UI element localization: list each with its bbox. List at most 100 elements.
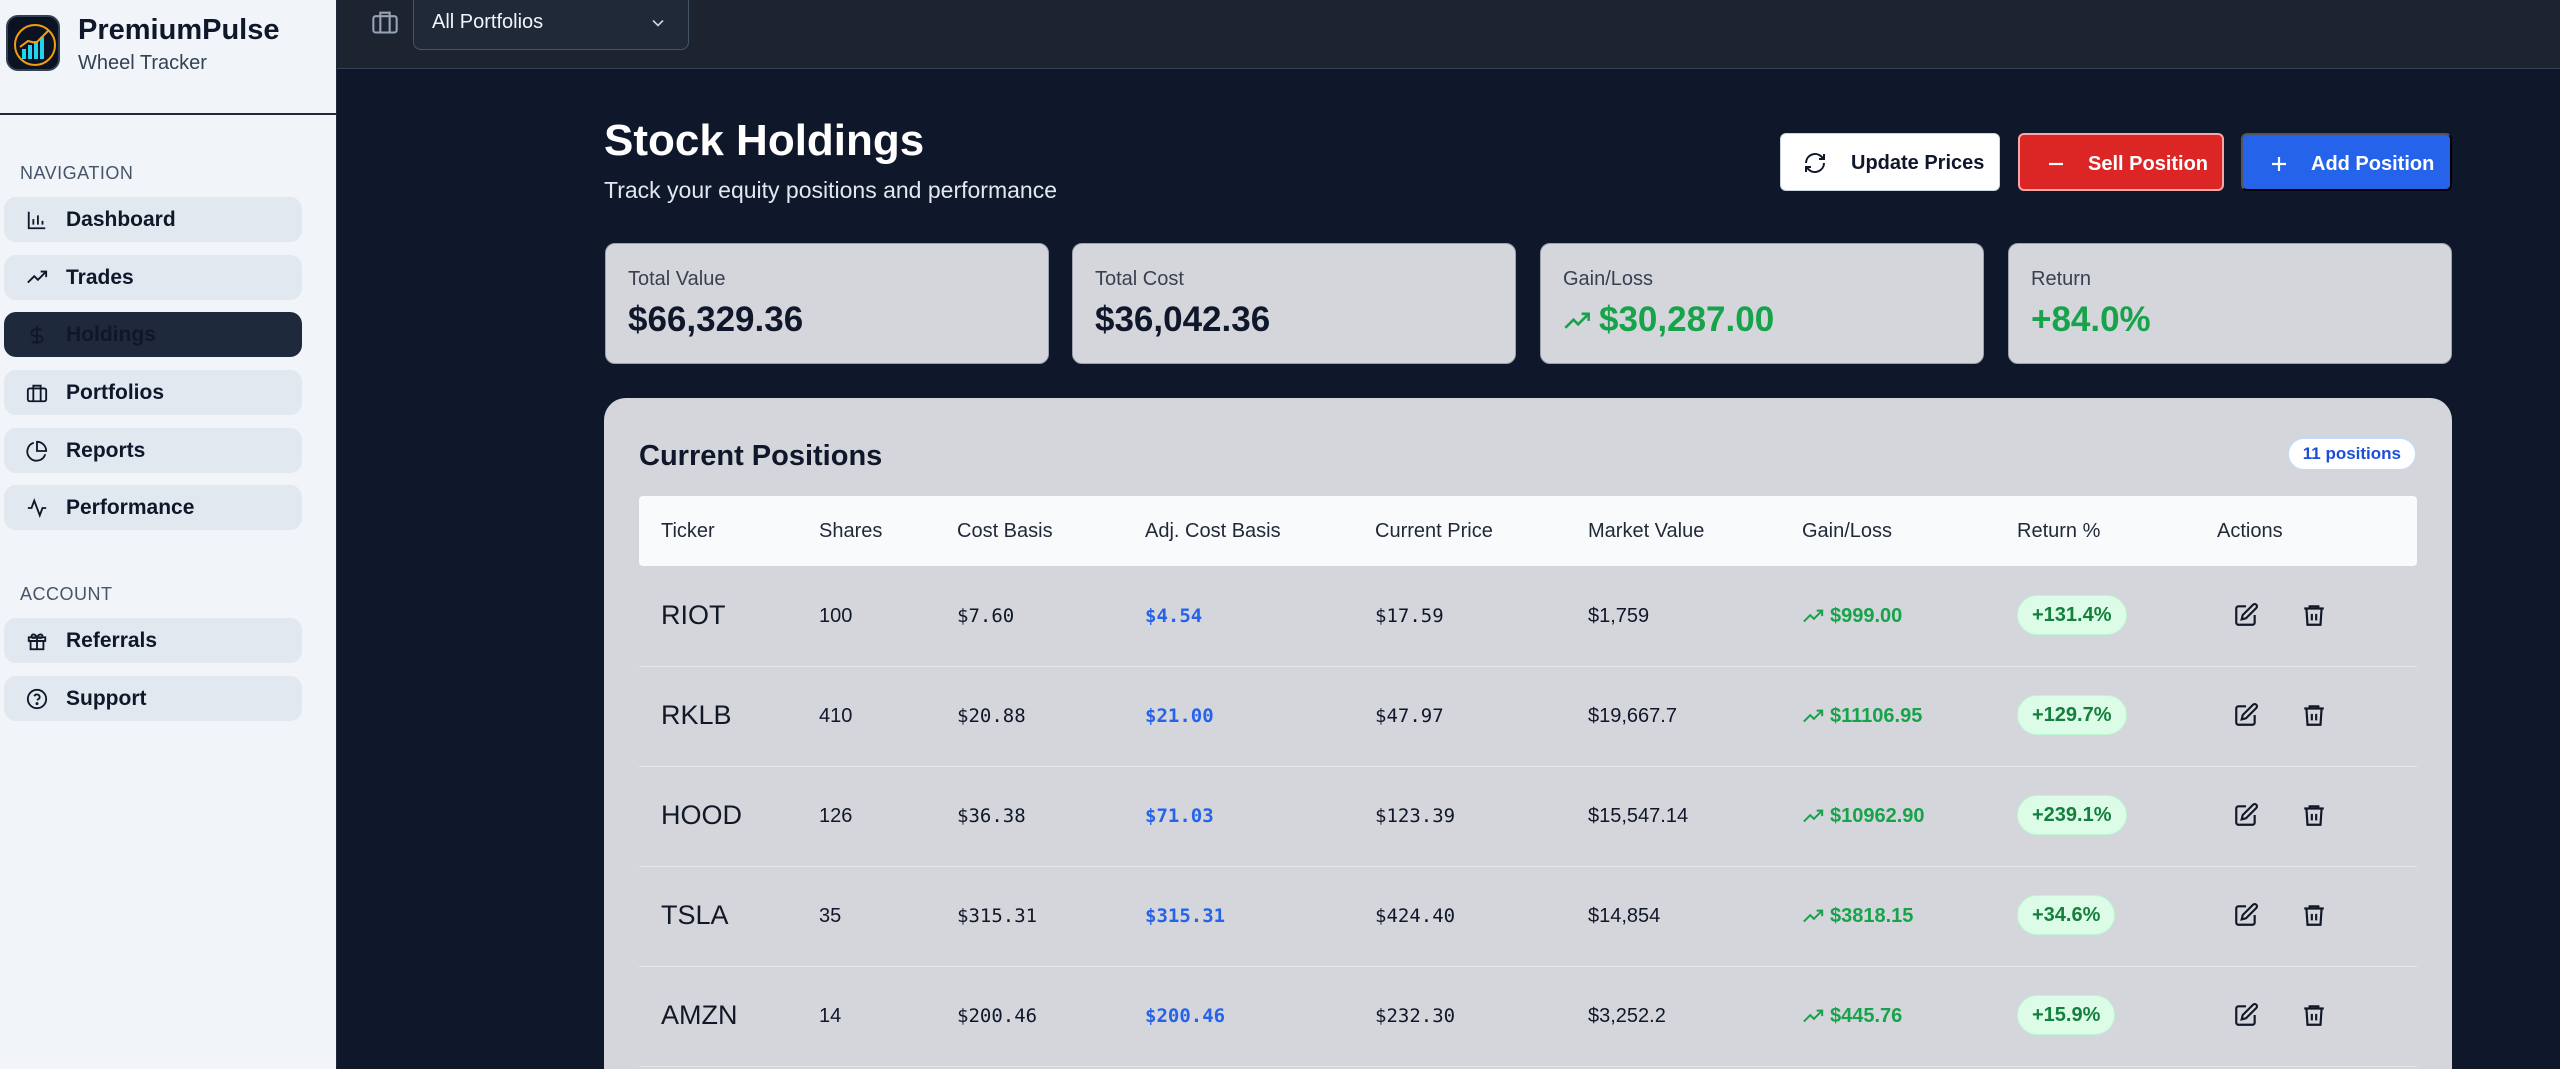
minus-icon	[2044, 152, 2068, 176]
update-prices-label: Update Prices	[1851, 152, 1985, 174]
cost-basis-cell: $315.31	[957, 905, 1038, 927]
positions-panel: Current Positions 11 positions Ticker Sh…	[604, 398, 2452, 1069]
column-header[interactable]: Cost Basis	[957, 520, 1053, 543]
trending-up-icon	[1803, 809, 1824, 822]
shares-cell: 35	[819, 905, 842, 927]
sidebar-item-portfolios[interactable]: Portfolios	[4, 370, 302, 415]
table-row[interactable]: RIOT 100 $7.60 $4.54 $17.59 $1,759 $999.…	[639, 567, 2417, 667]
adj-cost-basis-cell: $200.46	[1145, 1005, 1226, 1027]
edit-icon[interactable]	[2233, 802, 2259, 828]
update-prices-button[interactable]: Update Prices	[1780, 133, 2000, 191]
gain-loss-value: $445.76	[1830, 1005, 1903, 1027]
adj-cost-basis-cell: $21.00	[1145, 705, 1214, 727]
portfolio-select[interactable]: All Portfolios	[413, 0, 689, 50]
add-position-button[interactable]: Add Position	[2241, 133, 2452, 191]
brand-subtitle: Wheel Tracker	[78, 52, 207, 74]
sidebar-item-referrals[interactable]: Referrals	[4, 618, 302, 663]
bar-chart-icon	[26, 209, 48, 231]
ticker-cell: HOOD	[661, 800, 742, 830]
edit-icon[interactable]	[2233, 602, 2259, 628]
cost-basis-cell: $200.46	[957, 1005, 1038, 1027]
trending-up-icon	[1803, 609, 1824, 622]
stat-value: +84.0%	[2031, 300, 2151, 339]
return-badge: +15.9%	[2017, 995, 2116, 1035]
trash-icon[interactable]	[2301, 802, 2327, 828]
adj-cost-basis-cell: $315.31	[1145, 905, 1226, 927]
column-header[interactable]: Return %	[2017, 520, 2100, 543]
stat-value: $30,287.00	[1599, 300, 1775, 339]
gain-loss-value: $999.00	[1830, 605, 1903, 627]
trash-icon[interactable]	[2301, 702, 2327, 728]
brand-header: PremiumPulse Wheel Tracker	[0, 0, 336, 115]
positions-count-badge: 11 positions	[2287, 438, 2416, 470]
table-row[interactable]: HOOD 126 $36.38 $71.03 $123.39 $15,547.1…	[639, 767, 2417, 867]
adj-cost-basis-cell: $71.03	[1145, 805, 1214, 827]
gain-loss-cell: $11106.95	[1802, 705, 1922, 728]
sidebar-item-dashboard[interactable]: Dashboard	[4, 197, 302, 242]
sidebar-item-trades[interactable]: Trades	[4, 255, 302, 300]
trending-up-icon	[26, 267, 48, 289]
positions-title: Current Positions	[639, 440, 883, 472]
return-badge: +129.7%	[2017, 695, 2127, 735]
stat-label: Total Cost	[1095, 268, 1184, 290]
column-header: Actions	[2217, 520, 2283, 542]
market-value-cell: $1,759	[1588, 605, 1650, 627]
table-row[interactable]: TSLA 35 $315.31 $315.31 $424.40 $14,854 …	[639, 867, 2417, 967]
column-header[interactable]: Shares	[819, 520, 882, 543]
table-row[interactable]: AMZN 14 $200.46 $200.46 $232.30 $3,252.2…	[639, 967, 2417, 1067]
trending-up-icon	[1803, 709, 1824, 722]
table-header: Ticker Shares Cost Basis Adj. Cost Basis…	[639, 496, 2417, 566]
briefcase-icon	[26, 382, 48, 404]
trash-icon[interactable]	[2301, 602, 2327, 628]
portfolio-select-value: All Portfolios	[432, 11, 544, 33]
return-badge: +239.1%	[2017, 795, 2127, 835]
briefcase-icon	[371, 8, 399, 36]
return-badge: +131.4%	[2017, 595, 2127, 635]
gain-loss-value: $11106.95	[1830, 705, 1923, 727]
market-value-cell: $19,667.7	[1588, 705, 1677, 727]
trash-icon[interactable]	[2301, 902, 2327, 928]
stat-card-total-value: Total Value $66,329.36	[605, 243, 1049, 364]
current-price-cell: $232.30	[1375, 1005, 1456, 1027]
adj-cost-basis-cell: $4.54	[1145, 605, 1203, 627]
edit-icon[interactable]	[2233, 902, 2259, 928]
stat-card-gain-loss: Gain/Loss $30,287.00	[1540, 243, 1984, 364]
column-header[interactable]: Current Price	[1375, 520, 1493, 543]
sidebar-item-support[interactable]: Support	[4, 676, 302, 721]
column-header[interactable]: Ticker	[661, 520, 715, 543]
sidebar-item-label: Performance	[66, 495, 195, 519]
ticker-cell: AMZN	[661, 1000, 738, 1030]
refresh-icon	[1803, 151, 1827, 175]
current-price-cell: $123.39	[1375, 805, 1456, 827]
sidebar-item-holdings[interactable]: Holdings	[4, 312, 302, 357]
sidebar-item-label: Reports	[66, 438, 146, 462]
column-header[interactable]: Adj. Cost Basis	[1145, 520, 1281, 543]
trending-up-icon	[1803, 909, 1824, 922]
column-header[interactable]: Gain/Loss	[1802, 520, 1892, 543]
sidebar-item-label: Trades	[66, 265, 134, 289]
brand-name: PremiumPulse	[78, 14, 280, 46]
trash-icon[interactable]	[2301, 1002, 2327, 1028]
cost-basis-cell: $36.38	[957, 805, 1026, 827]
gift-icon	[26, 630, 48, 652]
stat-value: $36,042.36	[1095, 300, 1271, 339]
sidebar-item-reports[interactable]: Reports	[4, 428, 302, 473]
current-price-cell: $47.97	[1375, 705, 1444, 727]
shares-cell: 14	[819, 1005, 842, 1027]
trending-up-icon	[1563, 308, 1591, 336]
ticker-cell: RKLB	[661, 700, 732, 730]
edit-icon[interactable]	[2233, 1002, 2259, 1028]
column-header[interactable]: Market Value	[1588, 520, 1704, 543]
sidebar-item-label: Dashboard	[66, 207, 176, 231]
app-logo-icon[interactable]	[6, 15, 60, 71]
edit-icon[interactable]	[2233, 702, 2259, 728]
table-row[interactable]: RKLB 410 $20.88 $21.00 $47.97 $19,667.7 …	[639, 667, 2417, 767]
trending-up-icon	[1803, 1009, 1824, 1022]
stat-label: Gain/Loss	[1563, 268, 1654, 290]
stat-label: Total Value	[628, 268, 726, 290]
sell-position-label: Sell Position	[2088, 153, 2209, 175]
sell-position-button[interactable]: Sell Position	[2018, 133, 2224, 191]
sidebar-item-label: Portfolios	[66, 380, 164, 404]
sidebar-item-performance[interactable]: Performance	[4, 485, 302, 530]
gain-loss-cell: $10962.90	[1802, 805, 1925, 828]
